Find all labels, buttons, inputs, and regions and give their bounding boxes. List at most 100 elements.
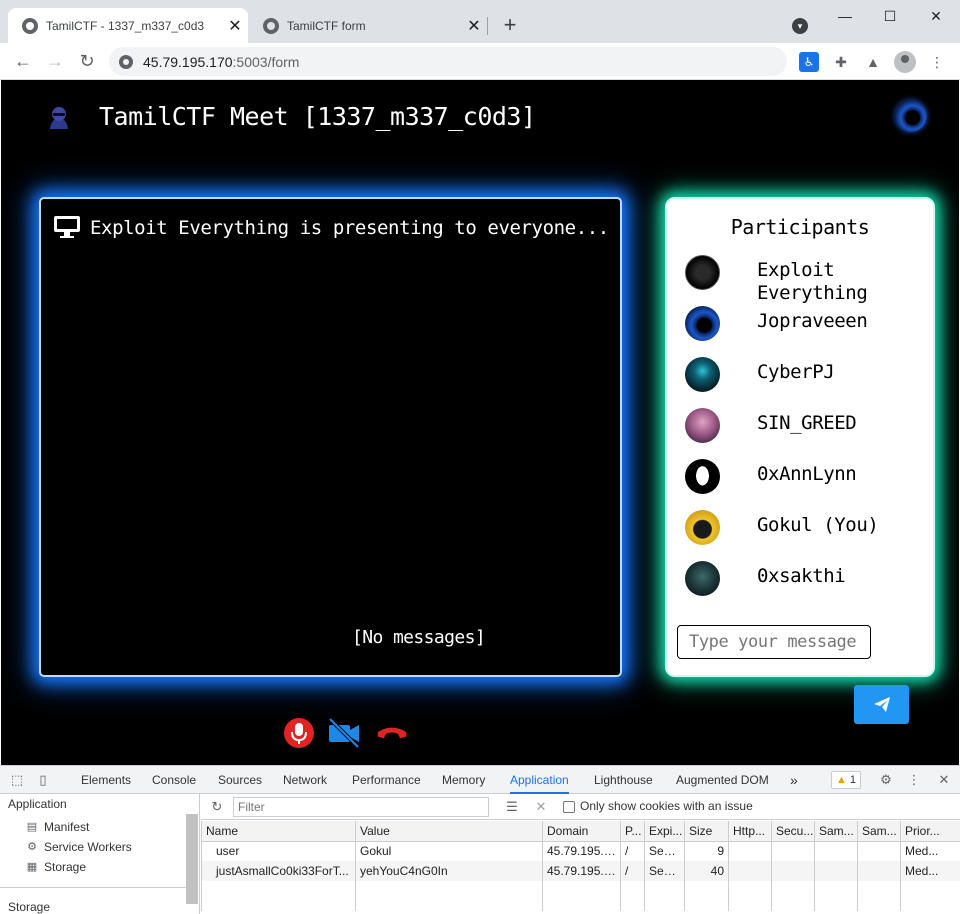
devtools-tab-elements[interactable]: Elements — [81, 766, 131, 794]
cookie-priority: Med... — [900, 861, 960, 881]
browser-tab-inactive[interactable]: TamilCTF form ✕ — [249, 8, 487, 43]
devtools-tab-sources[interactable]: Sources — [218, 766, 262, 794]
cookie-size: 40 — [684, 861, 729, 881]
column-header[interactable]: Sam... — [814, 821, 858, 842]
avatar — [685, 561, 720, 596]
sidebar-section-storage[interactable]: Storage — [8, 900, 50, 914]
column-header[interactable]: Secu... — [771, 821, 815, 842]
hang-up-phone-icon[interactable] — [376, 717, 408, 749]
settings-gear-icon[interactable]: ⚙ — [878, 772, 894, 788]
globe-icon — [22, 17, 38, 34]
sidebar-section-application[interactable]: Application — [8, 797, 67, 811]
avatar — [685, 306, 720, 341]
refresh-icon[interactable]: ↻ — [209, 799, 225, 815]
send-button[interactable] — [854, 685, 909, 724]
close-devtools-icon[interactable]: ✕ — [936, 772, 952, 788]
participant-name: 0xAnnLynn — [757, 463, 857, 485]
devtools-tab-console[interactable]: Console — [152, 766, 196, 794]
cookie-value: Gokul — [355, 841, 543, 861]
warning-count: 1 — [849, 774, 857, 786]
devtools-tab-network[interactable]: Network — [283, 766, 327, 794]
participant-name: Exploit Everything — [757, 259, 868, 304]
sidebar-item-service-workers[interactable]: Service Workers — [44, 840, 132, 854]
only-issue-checkbox[interactable] — [563, 801, 575, 813]
table-row[interactable]: user Gokul 45.79.195.1... / Sess... 9 Me… — [201, 841, 960, 861]
back-arrow-icon[interactable]: ← — [10, 48, 36, 74]
cookie-size: 9 — [684, 841, 729, 861]
devtools-tab-application[interactable]: Application — [510, 766, 569, 794]
cookie-value: yehYouC4nG0In — [355, 861, 543, 881]
column-header[interactable]: Name — [201, 821, 356, 842]
tab-separator — [487, 17, 488, 35]
meet-title: TamilCTF Meet [1337_m337_c0d3] — [99, 102, 536, 131]
column-header[interactable]: Expi... — [644, 821, 685, 842]
forward-arrow-icon[interactable]: → — [42, 48, 68, 74]
sidebar-divider — [0, 887, 186, 888]
message-input[interactable] — [677, 625, 871, 659]
cookie-path: / — [620, 861, 645, 881]
new-tab-button[interactable]: + — [498, 12, 522, 38]
column-header[interactable]: Value — [355, 821, 543, 842]
devtools-tab-augmented-dom[interactable]: Augmented DOM — [676, 766, 769, 794]
address-path: :5003/form — [232, 53, 300, 70]
devtools-menu-icon[interactable]: ⋮ — [906, 772, 922, 788]
column-header[interactable]: P... — [620, 821, 645, 842]
table-empty-row — [201, 881, 960, 911]
avatar — [685, 459, 720, 494]
tab-title: TamilCTF form — [287, 18, 366, 33]
maximize-icon[interactable]: ☐ — [867, 2, 913, 30]
delete-selected-icon[interactable]: ✕ — [533, 799, 549, 815]
profile-avatar-icon[interactable] — [894, 51, 916, 73]
avatar — [685, 357, 720, 392]
address-bar[interactable]: 45.79.195.170:5003/form — [109, 47, 787, 76]
menu-kebab-icon[interactable]: ⋮ — [927, 52, 947, 72]
reload-icon[interactable]: ↻ — [74, 48, 100, 74]
browser-tab-active[interactable]: TamilCTF - 1337_m337_c0d3 ✕ — [8, 8, 248, 43]
more-tabs-chevron-icon[interactable]: » — [790, 766, 798, 794]
column-header[interactable]: Http... — [728, 821, 772, 842]
camera-off-icon[interactable] — [328, 717, 360, 749]
close-tab-icon[interactable]: ✕ — [461, 16, 487, 36]
column-header[interactable]: Prior... — [900, 821, 960, 842]
tab-search-icon[interactable]: ▾ — [792, 18, 808, 34]
sidebar-item-storage[interactable]: Storage — [44, 860, 86, 874]
cookie-samesite — [814, 841, 858, 861]
cookie-expires: Sess... — [644, 861, 685, 881]
microphone-icon[interactable] — [283, 717, 315, 749]
minimize-icon[interactable]: — — [822, 2, 868, 30]
column-header[interactable]: Sam... — [857, 821, 901, 842]
cookie-sameparty — [857, 841, 901, 861]
presenting-status: Exploit Everything is presenting to ever… — [90, 217, 609, 239]
sidebar-scrollbar[interactable] — [186, 814, 198, 904]
close-tab-icon[interactable]: ✕ — [222, 16, 248, 36]
devtools-tab-performance[interactable]: Performance — [352, 766, 421, 794]
address-host: 45.79.195.170 — [143, 53, 233, 70]
device-toolbar-icon[interactable]: ▯ — [35, 772, 51, 788]
cookie-domain: 45.79.195.1... — [542, 861, 621, 881]
column-header[interactable]: Size — [684, 821, 729, 842]
inspect-element-icon[interactable]: ⬚ — [9, 772, 25, 788]
cookie-secure — [771, 861, 815, 881]
window-close-icon[interactable]: ✕ — [913, 2, 959, 30]
avatar — [685, 255, 720, 290]
extensions-puzzle-icon[interactable]: ✚ — [831, 52, 851, 72]
warnings-badge[interactable]: ▲ 1 — [831, 771, 861, 789]
participant-name: Gokul (You) — [757, 514, 879, 536]
devtools-tab-lighthouse[interactable]: Lighthouse — [594, 766, 653, 794]
devtools-tab-memory[interactable]: Memory — [442, 766, 485, 794]
user-avatar[interactable] — [895, 100, 927, 132]
avatar — [685, 408, 720, 443]
cookie-httponly — [728, 861, 772, 881]
cookie-priority: Med... — [900, 841, 960, 861]
table-row[interactable]: justAsmallCo0ki33ForT... yehYouC4nG0In 4… — [201, 861, 960, 881]
send-paper-plane-icon — [874, 697, 890, 712]
labs-flask-icon[interactable]: ▲ — [863, 52, 883, 72]
participants-panel: Participants Exploit Everything Jopravee… — [665, 197, 935, 677]
globe-icon — [263, 17, 279, 34]
clear-filtered-icon[interactable]: ☰ — [504, 799, 520, 815]
accessibility-extension-icon[interactable]: ♿ — [799, 52, 819, 72]
sidebar-item-manifest[interactable]: Manifest — [44, 820, 89, 834]
column-header[interactable]: Domain — [542, 821, 621, 842]
site-info-icon[interactable] — [119, 54, 133, 69]
cookie-filter-input[interactable] — [233, 797, 489, 817]
